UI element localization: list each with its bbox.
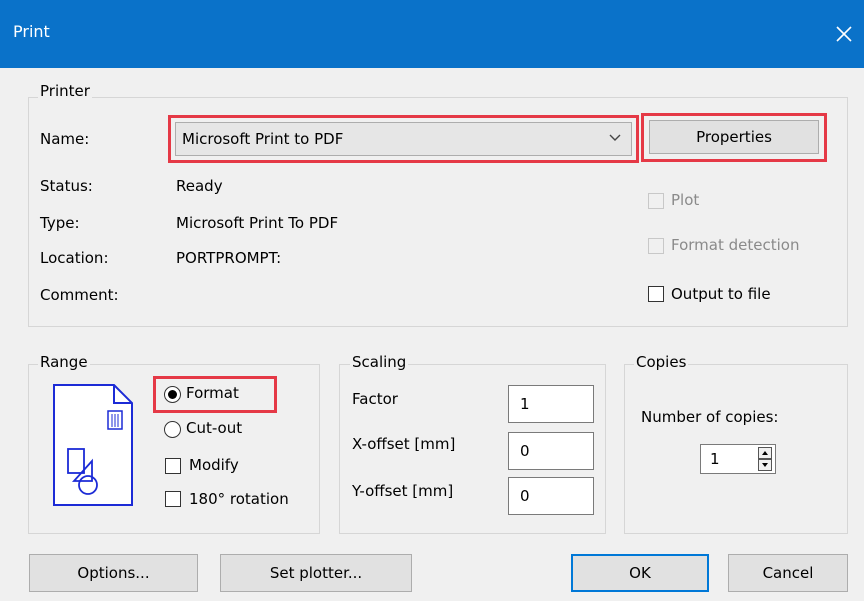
yoffset-input[interactable]: 0 (508, 477, 594, 515)
copies-spinner[interactable]: 1 (700, 444, 776, 474)
cancel-button-label: Cancel (762, 564, 814, 582)
copies-legend: Copies (634, 353, 689, 371)
arrow-down-icon (762, 463, 768, 467)
cancel-button[interactable]: Cancel (728, 554, 848, 592)
output-to-file-checkbox[interactable] (648, 286, 664, 302)
properties-button-label: Properties (696, 128, 772, 146)
format-radio-dot (168, 390, 177, 399)
copies-value: 1 (710, 450, 720, 468)
status-value: Ready (176, 177, 223, 195)
cutout-radio[interactable] (164, 421, 181, 438)
options-button-label: Options... (77, 564, 150, 582)
location-value: PORTPROMPT: (176, 249, 282, 267)
range-legend: Range (38, 353, 90, 371)
type-value: Microsoft Print To PDF (176, 214, 339, 232)
status-label: Status: (40, 177, 93, 195)
arrow-up-icon (762, 451, 768, 455)
name-label: Name: (40, 130, 90, 148)
chevron-down-icon (609, 134, 621, 141)
factor-value: 1 (520, 395, 530, 413)
title-bar: Print (0, 0, 864, 68)
set-plotter-button[interactable]: Set plotter... (220, 554, 412, 592)
factor-input[interactable]: 1 (508, 385, 594, 423)
window-title: Print (13, 22, 50, 41)
spin-up-button[interactable] (758, 447, 772, 459)
type-label: Type: (40, 214, 80, 232)
spin-down-button[interactable] (758, 459, 772, 471)
yoffset-value: 0 (520, 487, 530, 505)
options-button[interactable]: Options... (29, 554, 198, 592)
yoffset-label: Y-offset [mm] (352, 482, 454, 500)
ok-button[interactable]: OK (571, 554, 709, 592)
format-label: Format (186, 384, 239, 402)
printer-legend: Printer (38, 82, 92, 100)
factor-label: Factor (352, 390, 398, 408)
modify-label: Modify (189, 456, 239, 474)
close-button[interactable] (824, 14, 864, 54)
xoffset-value: 0 (520, 442, 530, 460)
location-label: Location: (40, 249, 109, 267)
number-of-copies-label: Number of copies: (641, 408, 779, 426)
comment-label: Comment: (40, 286, 119, 304)
page-format-icon (53, 384, 133, 506)
set-plotter-button-label: Set plotter... (269, 564, 363, 582)
cutout-label: Cut-out (186, 419, 243, 437)
printer-name-dropdown[interactable]: Microsoft Print to PDF (175, 122, 632, 156)
rotation-checkbox[interactable] (165, 491, 181, 507)
properties-button[interactable]: Properties (649, 120, 819, 154)
plot-checkbox[interactable] (648, 193, 664, 209)
format-detection-label: Format detection (671, 236, 800, 254)
format-detection-checkbox[interactable] (648, 238, 664, 254)
printer-name-value: Microsoft Print to PDF (182, 130, 344, 148)
xoffset-input[interactable]: 0 (508, 432, 594, 470)
output-to-file-label: Output to file (671, 285, 771, 303)
close-icon (836, 26, 852, 42)
scaling-legend: Scaling (350, 353, 409, 371)
plot-label: Plot (671, 191, 700, 209)
format-radio[interactable] (164, 386, 181, 403)
rotation-label: 180° rotation (189, 490, 289, 508)
modify-checkbox[interactable] (165, 458, 181, 474)
xoffset-label: X-offset [mm] (352, 435, 456, 453)
ok-button-label: OK (629, 564, 651, 582)
